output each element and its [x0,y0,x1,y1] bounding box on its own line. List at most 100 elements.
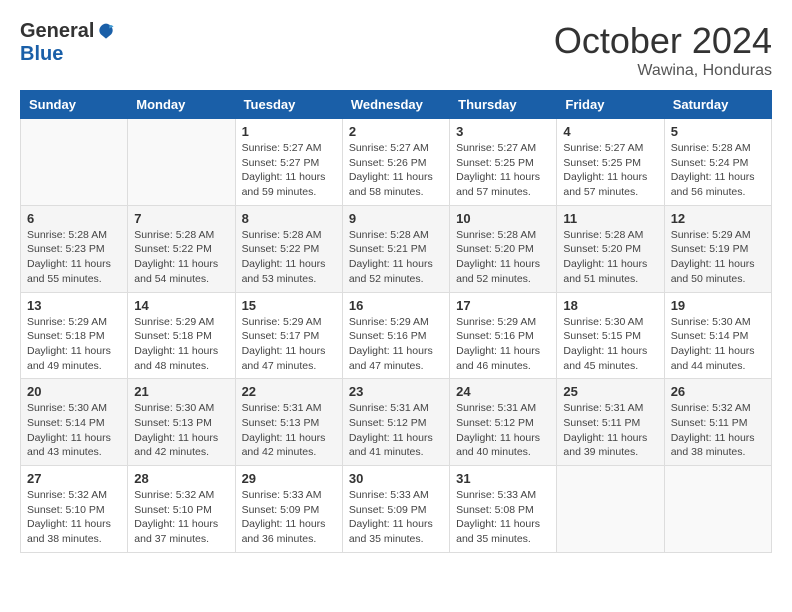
day-info: Sunrise: 5:28 AMSunset: 5:22 PMDaylight:… [134,228,228,287]
day-info: Sunrise: 5:30 AMSunset: 5:15 PMDaylight:… [563,315,657,374]
day-info: Sunrise: 5:28 AMSunset: 5:24 PMDaylight:… [671,141,765,200]
day-number: 10 [456,211,550,226]
day-number: 1 [242,124,336,139]
logo-general-text: General [20,20,94,43]
calendar-cell: 4 Sunrise: 5:27 AMSunset: 5:25 PMDaylight… [557,119,664,206]
day-number: 15 [242,298,336,313]
calendar-header-saturday: Saturday [664,91,771,119]
day-number: 2 [349,124,443,139]
day-info: Sunrise: 5:29 AMSunset: 5:18 PMDaylight:… [134,315,228,374]
calendar-cell: 22Sunrise: 5:31 AMSunset: 5:13 PMDayligh… [235,379,342,466]
calendar-cell: 3Sunrise: 5:27 AMSunset: 5:25 PMDaylight… [450,119,557,206]
calendar-cell [128,119,235,206]
day-info: Sunrise: 5:29 AMSunset: 5:16 PMDaylight:… [456,315,550,374]
calendar-body: 1 Sunrise: 5:27 AMSunset: 5:27 PMDaylight… [21,119,772,553]
day-info: Sunrise: 5:33 AMSunset: 5:09 PMDaylight:… [242,488,336,547]
calendar-cell: 2 Sunrise: 5:27 AMSunset: 5:26 PMDaylight… [342,119,449,206]
calendar-cell [664,466,771,553]
calendar-cell: 23Sunrise: 5:31 AMSunset: 5:12 PMDayligh… [342,379,449,466]
calendar-cell: 20 Sunrise: 5:30 AMSunset: 5:14 PMDayligh… [21,379,128,466]
calendar-cell: 24Sunrise: 5:31 AMSunset: 5:12 PMDayligh… [450,379,557,466]
calendar-week-row: 6Sunrise: 5:28 AMSunset: 5:23 PMDaylight… [21,205,772,292]
calendar-header-row: SundayMondayTuesdayWednesdayThursdayFrid… [21,91,772,119]
day-info: Sunrise: 5:28 AMSunset: 5:20 PMDaylight:… [563,228,657,287]
calendar-cell: 19Sunrise: 5:30 AMSunset: 5:14 PMDayligh… [664,292,771,379]
month-title: October 2024 [554,20,772,62]
day-number: 21 [134,384,228,399]
day-number: 5 [671,124,765,139]
day-info: Sunrise: 5:27 AMSunset: 5:25 PMDaylight:… [563,141,657,200]
day-number: 18 [563,298,657,313]
calendar-cell: 14 Sunrise: 5:29 AMSunset: 5:18 PMDayligh… [128,292,235,379]
calendar-cell: 9 Sunrise: 5:28 AMSunset: 5:21 PMDaylight… [342,205,449,292]
title-section: October 2024 Wawina, Honduras [554,20,772,80]
day-info: Sunrise: 5:28 AMSunset: 5:22 PMDaylight:… [242,228,336,287]
calendar-week-row: 13 Sunrise: 5:29 AMSunset: 5:18 PMDayligh… [21,292,772,379]
calendar-cell: 15 Sunrise: 5:29 AMSunset: 5:17 PMDayligh… [235,292,342,379]
day-info: Sunrise: 5:29 AMSunset: 5:17 PMDaylight:… [242,315,336,374]
calendar-header-thursday: Thursday [450,91,557,119]
calendar-cell: 27Sunrise: 5:32 AMSunset: 5:10 PMDayligh… [21,466,128,553]
calendar-cell: 6Sunrise: 5:28 AMSunset: 5:23 PMDaylight… [21,205,128,292]
day-info: Sunrise: 5:33 AMSunset: 5:08 PMDaylight:… [456,488,550,547]
calendar-cell: 8 Sunrise: 5:28 AMSunset: 5:22 PMDaylight… [235,205,342,292]
logo-bird-icon [96,22,116,42]
day-info: Sunrise: 5:31 AMSunset: 5:13 PMDaylight:… [242,401,336,460]
day-number: 9 [349,211,443,226]
day-number: 29 [242,471,336,486]
calendar-header-friday: Friday [557,91,664,119]
calendar-cell: 30 Sunrise: 5:33 AMSunset: 5:09 PMDayligh… [342,466,449,553]
logo-blue-text: Blue [20,43,63,66]
day-info: Sunrise: 5:32 AMSunset: 5:10 PMDaylight:… [134,488,228,547]
day-number: 30 [349,471,443,486]
day-number: 26 [671,384,765,399]
day-info: Sunrise: 5:27 AMSunset: 5:26 PMDaylight:… [349,141,443,200]
day-info: Sunrise: 5:30 AMSunset: 5:14 PMDaylight:… [27,401,121,460]
day-info: Sunrise: 5:29 AMSunset: 5:19 PMDaylight:… [671,228,765,287]
calendar-cell: 5 Sunrise: 5:28 AMSunset: 5:24 PMDaylight… [664,119,771,206]
day-info: Sunrise: 5:27 AMSunset: 5:27 PMDaylight:… [242,141,336,200]
calendar-week-row: 1 Sunrise: 5:27 AMSunset: 5:27 PMDaylight… [21,119,772,206]
calendar-header-monday: Monday [128,91,235,119]
day-number: 20 [27,384,121,399]
day-info: Sunrise: 5:30 AMSunset: 5:13 PMDaylight:… [134,401,228,460]
calendar-header-sunday: Sunday [21,91,128,119]
calendar-cell [21,119,128,206]
calendar-cell: 7 Sunrise: 5:28 AMSunset: 5:22 PMDaylight… [128,205,235,292]
day-number: 3 [456,124,550,139]
day-number: 14 [134,298,228,313]
day-info: Sunrise: 5:33 AMSunset: 5:09 PMDaylight:… [349,488,443,547]
day-number: 16 [349,298,443,313]
page-header: General Blue October 2024 Wawina, Hondur… [20,20,772,80]
day-info: Sunrise: 5:29 AMSunset: 5:16 PMDaylight:… [349,315,443,374]
day-info: Sunrise: 5:28 AMSunset: 5:21 PMDaylight:… [349,228,443,287]
day-info: Sunrise: 5:29 AMSunset: 5:18 PMDaylight:… [27,315,121,374]
calendar-table: SundayMondayTuesdayWednesdayThursdayFrid… [20,90,772,553]
calendar-cell: 21 Sunrise: 5:30 AMSunset: 5:13 PMDayligh… [128,379,235,466]
calendar-cell: 29 Sunrise: 5:33 AMSunset: 5:09 PMDayligh… [235,466,342,553]
day-number: 23 [349,384,443,399]
logo: General Blue [20,20,116,66]
calendar-header-wednesday: Wednesday [342,91,449,119]
day-number: 8 [242,211,336,226]
location-title: Wawina, Honduras [554,62,772,80]
day-number: 31 [456,471,550,486]
calendar-week-row: 20 Sunrise: 5:30 AMSunset: 5:14 PMDayligh… [21,379,772,466]
day-info: Sunrise: 5:32 AMSunset: 5:11 PMDaylight:… [671,401,765,460]
calendar-cell: 11Sunrise: 5:28 AMSunset: 5:20 PMDayligh… [557,205,664,292]
calendar-header-tuesday: Tuesday [235,91,342,119]
day-number: 4 [563,124,657,139]
day-info: Sunrise: 5:32 AMSunset: 5:10 PMDaylight:… [27,488,121,547]
calendar-cell: 28Sunrise: 5:32 AMSunset: 5:10 PMDayligh… [128,466,235,553]
day-number: 25 [563,384,657,399]
day-number: 12 [671,211,765,226]
calendar-cell: 26 Sunrise: 5:32 AMSunset: 5:11 PMDayligh… [664,379,771,466]
calendar-cell: 1 Sunrise: 5:27 AMSunset: 5:27 PMDaylight… [235,119,342,206]
calendar-cell: 25 Sunrise: 5:31 AMSunset: 5:11 PMDayligh… [557,379,664,466]
day-number: 17 [456,298,550,313]
day-number: 13 [27,298,121,313]
calendar-cell: 13 Sunrise: 5:29 AMSunset: 5:18 PMDayligh… [21,292,128,379]
day-number: 7 [134,211,228,226]
day-info: Sunrise: 5:31 AMSunset: 5:11 PMDaylight:… [563,401,657,460]
calendar-cell: 10Sunrise: 5:28 AMSunset: 5:20 PMDayligh… [450,205,557,292]
